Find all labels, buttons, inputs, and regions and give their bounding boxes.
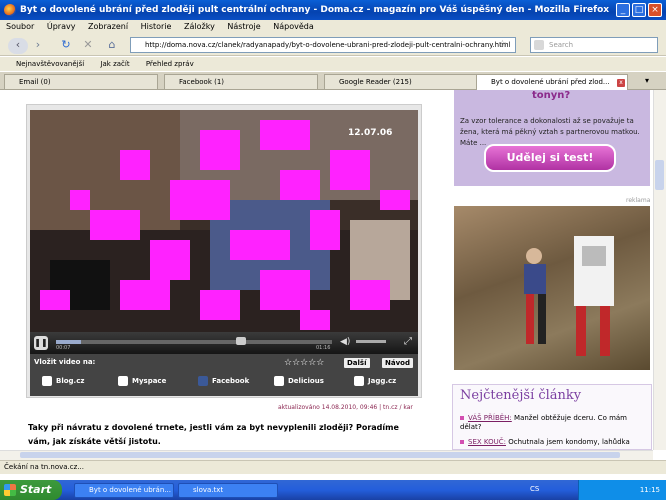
tab-google-reader[interactable]: Google Reader (215) <box>324 74 478 89</box>
video-timestamp: 12.07.06 <box>348 128 393 138</box>
menu-history[interactable]: Historie <box>141 22 172 31</box>
menu-edit[interactable]: Úpravy <box>47 22 76 31</box>
window-title: Byt o dovolené ubrání před zloději pult … <box>0 0 666 20</box>
system-tray: 11:15 <box>578 480 666 500</box>
jagg-icon <box>354 376 364 386</box>
bookmark-star-icon[interactable]: ☆ <box>498 39 507 50</box>
popular-item[interactable]: VÁŠ PŘÍBĚH: Manžel obtěžuje dceru. Co má… <box>460 414 648 432</box>
delicious-icon <box>274 376 284 386</box>
vertical-scrollbar[interactable] <box>653 90 666 450</box>
next-video-button[interactable]: Další <box>344 358 370 368</box>
popular-title: Nejčtenější články <box>460 388 582 403</box>
tab-email[interactable]: Email (0) <box>4 74 158 89</box>
video-time-current: 00:07 <box>56 345 71 351</box>
taskbar-item-notepad[interactable]: slova.txt <box>178 483 278 498</box>
popular-item[interactable]: SEX KOUČ: Ochutnala jsem kondomy, lahůdk… <box>460 438 648 447</box>
video-progress-handle[interactable] <box>236 337 246 345</box>
video-frame[interactable] <box>30 110 418 332</box>
quiz-button[interactable]: Udělej si test! <box>484 144 616 172</box>
volume-icon[interactable]: ◀) <box>340 337 350 347</box>
minimize-button[interactable]: _ <box>616 3 630 17</box>
back-icon[interactable]: ‹ <box>8 38 28 54</box>
video-frame-image <box>30 110 418 332</box>
status-bar: Čekání na tn.nova.cz... <box>0 460 666 474</box>
search-input[interactable]: Search <box>530 37 658 53</box>
tab-article[interactable]: Byt o dovolené ubrání před zlod... <box>476 74 628 91</box>
video-time-total: 01:16 <box>316 345 331 351</box>
search-engine-icon[interactable] <box>534 40 544 50</box>
language-indicator[interactable]: CS <box>530 485 539 493</box>
menu-view[interactable]: Zobrazení <box>88 22 128 31</box>
share-myspace-button[interactable]: Myspace <box>118 376 166 386</box>
myspace-icon <box>118 376 128 386</box>
firefox-icon <box>4 4 16 16</box>
vertical-scroll-thumb[interactable] <box>655 160 664 190</box>
pause-button[interactable]: ❚❚ <box>34 336 48 350</box>
bullet-icon <box>460 440 464 444</box>
help-button[interactable]: Návod <box>382 358 413 368</box>
bookmarks-toolbar: Nejnavštěvovanější Jak začít Přehled zpr… <box>0 57 666 71</box>
tab-list-icon[interactable]: ▾ <box>645 76 649 85</box>
close-button[interactable]: × <box>648 3 662 17</box>
reload-icon[interactable]: ↻ <box>58 38 74 52</box>
horizontal-scroll-thumb[interactable] <box>20 452 620 458</box>
share-facebook-button[interactable]: Facebook <box>198 376 249 386</box>
bullet-icon <box>460 416 464 420</box>
ad-label: reklama <box>626 197 651 204</box>
video-progress-bar[interactable] <box>56 340 332 344</box>
volume-slider[interactable] <box>356 340 386 343</box>
menu-tools[interactable]: Nástroje <box>227 22 260 31</box>
share-delicious-button[interactable]: Delicious <box>274 376 324 386</box>
menu-file[interactable]: Soubor <box>6 22 34 31</box>
tab-close-icon[interactable]: x <box>617 79 625 87</box>
blog-icon <box>42 376 52 386</box>
tab-facebook[interactable]: Facebook (1) <box>164 74 318 89</box>
facebook-icon <box>198 376 208 386</box>
taskbar-item-firefox[interactable]: Byt o dovolené ubrán... <box>74 483 174 498</box>
embed-label: Vložit video na: <box>34 358 96 366</box>
share-blog-button[interactable]: Blog.cz <box>42 376 84 386</box>
clock[interactable]: 11:15 <box>640 486 660 494</box>
ad-photo-graphic <box>524 236 614 356</box>
menu-bar: Soubor Úpravy Zobrazení Historie Záložky… <box>0 20 666 34</box>
article-lead: Taky při návratu z dovolené trnete, jest… <box>28 423 399 446</box>
share-jagg-button[interactable]: Jagg.cz <box>354 376 396 386</box>
ad-image[interactable] <box>454 206 650 370</box>
rating-stars[interactable]: ☆☆☆☆☆ <box>284 358 324 368</box>
bookmark-most-visited[interactable]: Nejnavštěvovanější <box>16 60 84 68</box>
menu-help[interactable]: Nápověda <box>273 22 314 31</box>
home-icon[interactable]: ⌂ <box>104 38 120 52</box>
windows-logo-icon <box>4 484 16 496</box>
promo-title: tonyn? <box>532 90 571 101</box>
url-bar[interactable]: http://doma.nova.cz/clanek/radyanapady/b… <box>130 37 516 53</box>
maximize-button[interactable]: □ <box>632 3 646 17</box>
video-progress-fill <box>56 340 81 344</box>
stop-icon[interactable]: ✕ <box>80 38 96 52</box>
forward-icon[interactable]: › <box>30 38 46 52</box>
fullscreen-icon[interactable]: ⤢ <box>404 336 412 347</box>
article-meta: aktualizováno 14.08.2010, 09:46 | tn.cz … <box>278 404 413 411</box>
menu-bookmarks[interactable]: Záložky <box>184 22 215 31</box>
bookmark-news[interactable]: Přehled zpráv <box>146 60 194 68</box>
bookmark-getting-started[interactable]: Jak začít <box>100 60 129 68</box>
